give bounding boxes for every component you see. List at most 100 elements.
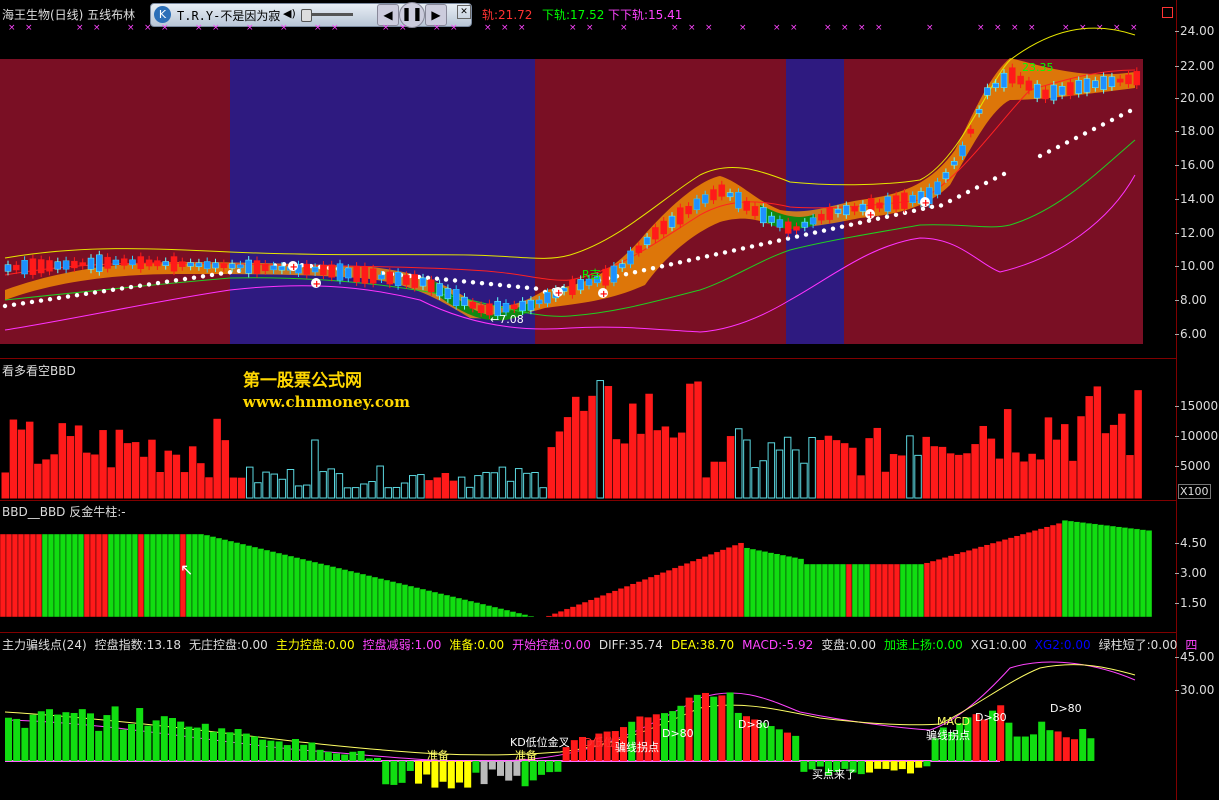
signal-cross: × (977, 23, 985, 33)
bbd-bar (849, 447, 857, 499)
bbd-bar (637, 433, 645, 499)
candle-body (87, 257, 95, 270)
candle-body (818, 213, 825, 221)
macd-bar (169, 718, 176, 761)
bbd-column (143, 533, 151, 618)
bbd-bar (1052, 439, 1061, 499)
bbd-column (209, 536, 217, 618)
bbd-column (737, 542, 745, 618)
bbd-bar (148, 439, 156, 499)
sar-dot (983, 180, 989, 186)
candle-body (237, 264, 244, 269)
candle-body (950, 161, 958, 166)
macd-bar (218, 728, 226, 761)
bbd-column (881, 563, 889, 618)
macd-bar (5, 717, 12, 761)
buy-marker-icon: + (600, 289, 608, 300)
bbd-column (701, 556, 709, 618)
candle-body (29, 258, 37, 275)
bbd-bar (816, 439, 824, 499)
candle-body (452, 289, 460, 306)
bbd-column (215, 537, 223, 618)
bbd-bar (17, 429, 26, 499)
signal-cross: × (25, 23, 33, 33)
sar-dot (758, 242, 764, 247)
candle-body (394, 272, 402, 287)
prepare-label: 准备 (427, 749, 449, 762)
signal-cross: × (1028, 23, 1036, 33)
signal-cross: × (1011, 23, 1019, 33)
bbd-bar (441, 473, 450, 499)
bbd-bar (335, 473, 344, 499)
bbd-column (377, 578, 385, 618)
bbd-column (893, 563, 901, 618)
candle-body (71, 260, 78, 269)
candle-body (21, 260, 28, 275)
axis-divider (1176, 0, 1177, 800)
macd-bar (234, 729, 242, 761)
candle-body (203, 261, 211, 269)
candle-body (104, 256, 111, 269)
candle-body (469, 301, 477, 309)
macd-bar (784, 732, 791, 761)
sar-dot (20, 301, 26, 306)
bbd-histogram[interactable] (0, 360, 1176, 500)
macd-bar (915, 761, 923, 768)
macd-bar (29, 714, 37, 761)
candle-body (13, 264, 20, 271)
bbd-bar (58, 423, 67, 499)
bbd-column (335, 567, 343, 618)
macd-bar (726, 692, 734, 761)
macd-bar (242, 733, 250, 761)
bbd-bar (539, 487, 547, 499)
bbd-column (407, 585, 415, 618)
bbd-column (977, 546, 985, 618)
r-signal-label: R吉 (582, 268, 601, 281)
signal-cross: × (76, 23, 84, 33)
bbd-bar (131, 442, 140, 499)
bbd-column (443, 594, 451, 618)
bbd-column (935, 559, 943, 618)
candle-body (278, 265, 286, 271)
bbd-column (1115, 526, 1123, 618)
sar-dot (992, 176, 998, 181)
signal-cross: × (926, 23, 934, 33)
macd-bar (1046, 730, 1054, 761)
sar-dot (425, 275, 431, 280)
bbd-column (623, 585, 631, 618)
bbd-column (239, 543, 247, 618)
low-price-mark: ←7.08 (490, 313, 524, 326)
bbd-bar (74, 425, 83, 499)
bbd-column (311, 561, 319, 618)
bbd-column-chart[interactable] (0, 502, 1176, 632)
bbd-bar (1077, 416, 1085, 499)
bbd-column (989, 542, 997, 618)
bbd-column (671, 567, 679, 618)
candle-body (718, 184, 726, 197)
macd-bar (1079, 728, 1087, 761)
bbd-bar (1118, 413, 1126, 499)
bbd-bar (629, 403, 637, 499)
bbd-bar (547, 447, 556, 499)
candle-body (967, 128, 975, 134)
bbd-bar (1028, 453, 1036, 499)
bbd-column (245, 545, 253, 618)
candle-body (743, 200, 750, 211)
bbd-bar (34, 463, 42, 499)
candle-body (1067, 82, 1074, 96)
bbd-column (479, 603, 487, 618)
price-chart[interactable]: × × × × × × × × × × × × × × × × × × × × × × × × × × × × × × × × × × × × × × × ×… (0, 0, 1176, 358)
bbd-column (785, 556, 793, 618)
d-over-80-label: D>80 (662, 727, 694, 740)
bbd-column (1055, 523, 1063, 618)
bbd-column (503, 609, 511, 618)
bbd-bar (99, 430, 107, 499)
macd-bar (505, 761, 513, 781)
bbd-bar (278, 478, 287, 499)
sar-dot (524, 285, 530, 290)
price-tick: 20.00 (1174, 91, 1215, 105)
bbd-column (17, 533, 25, 618)
bbd-column (845, 563, 853, 618)
bbd-bar (914, 454, 922, 499)
signal-cross: × (858, 23, 866, 33)
